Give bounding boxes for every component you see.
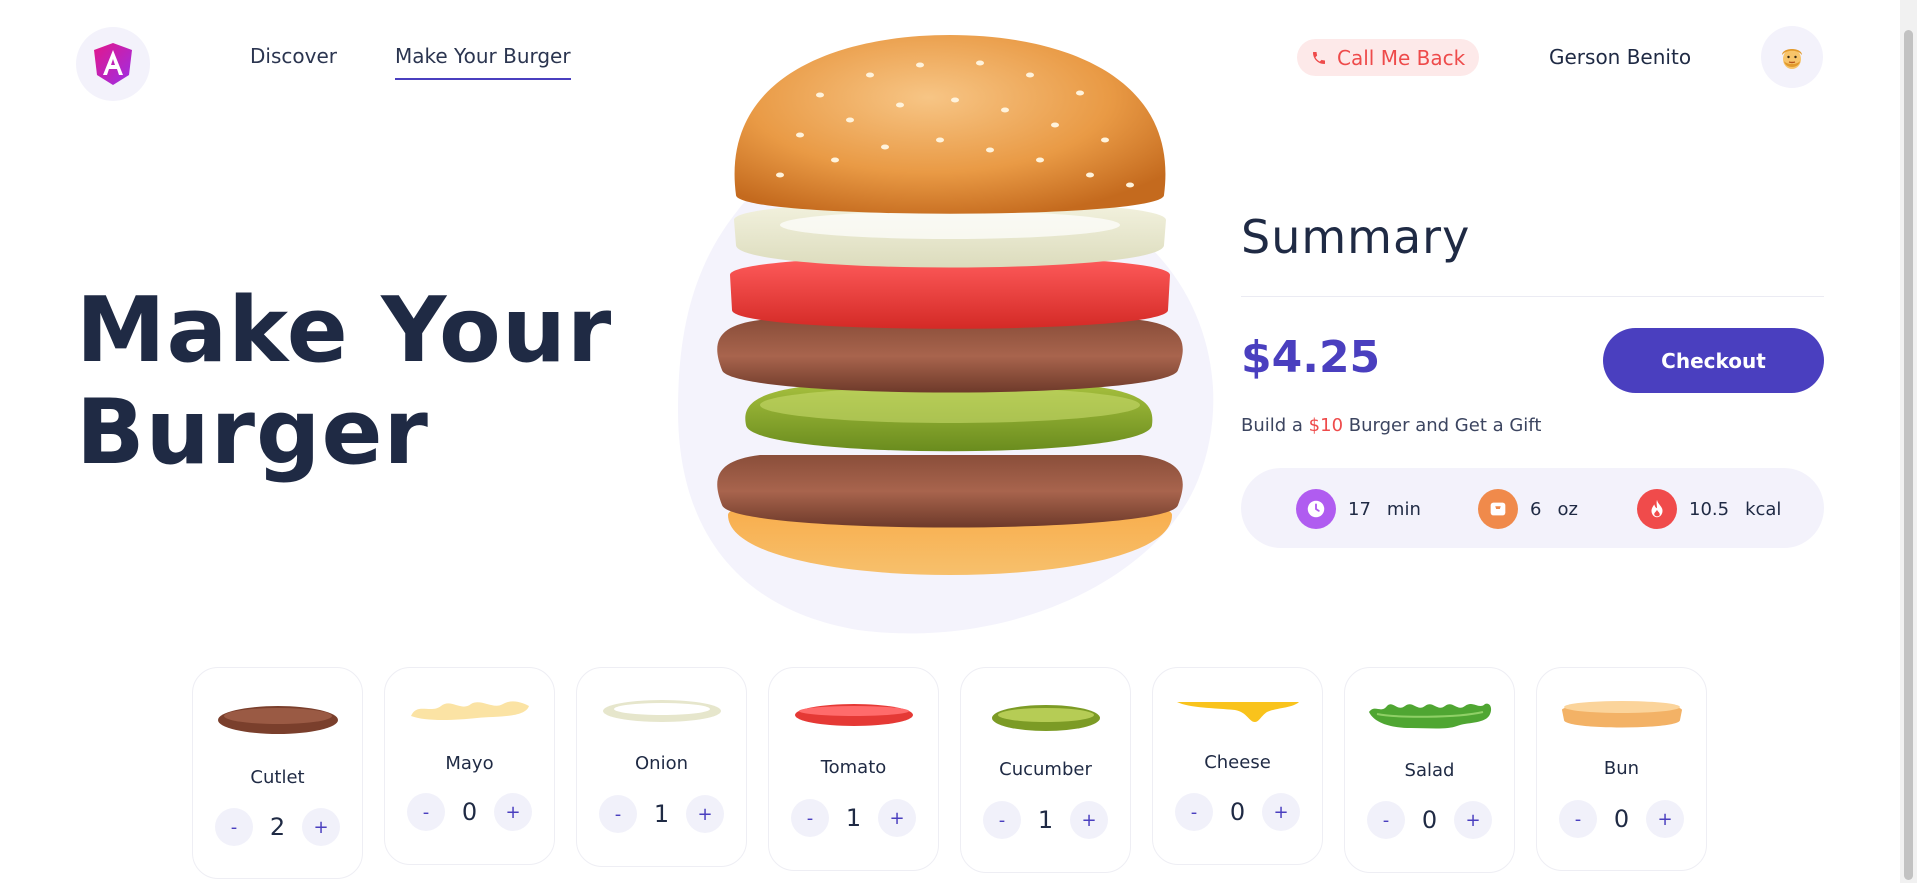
ingredient-name: Tomato (820, 757, 887, 778)
ingredient-card-salad: Salad - 0 + (1344, 667, 1515, 873)
ingredient-name: Bun (1603, 758, 1640, 779)
bun-image (1537, 698, 1706, 730)
quantity-stepper: - 0 + (407, 793, 532, 831)
ingredient-count: 2 (269, 813, 286, 841)
flame-icon (1637, 489, 1677, 529)
quantity-stepper: - 1 + (599, 795, 724, 833)
phone-icon (1313, 51, 1325, 64)
increase-button[interactable]: + (878, 799, 916, 837)
increase-button[interactable]: + (1262, 793, 1300, 831)
page-title: Make Your Burger (76, 280, 636, 484)
ingredient-name: Salad (1404, 760, 1455, 781)
ingredient-name: Onion (635, 753, 688, 774)
ingredient-count: 1 (845, 804, 862, 832)
cucumber-image (961, 703, 1130, 733)
ingredient-count: 1 (653, 800, 670, 828)
ingredient-card-cucumber: Cucumber - 1 + (960, 667, 1131, 873)
quantity-stepper: - 2 + (215, 808, 340, 846)
onion-image (577, 698, 746, 724)
promo-text: Build a $10 Burger and Get a Gift (1241, 415, 1541, 436)
mayo-image (385, 696, 554, 724)
checkout-button[interactable]: Checkout (1603, 328, 1824, 393)
user-avatar[interactable] (1761, 26, 1823, 88)
total-price: $4.25 (1241, 332, 1381, 383)
top-bun (734, 35, 1166, 214)
active-tab-underline (395, 78, 571, 80)
promo-amount: $10 (1308, 415, 1344, 436)
ingredient-card-onion: Onion - 1 + (576, 667, 747, 867)
summary-title: Summary (1241, 210, 1471, 264)
decrease-button[interactable]: - (1559, 800, 1597, 838)
ingredient-count: 0 (1421, 806, 1438, 834)
nav-make-your-burger[interactable]: Make Your Burger (395, 44, 571, 80)
stat-calories: 10.5 kcal (1637, 489, 1781, 529)
ingredient-count: 0 (461, 798, 478, 826)
ingredient-name: Cucumber (999, 759, 1092, 780)
tomato-image (769, 702, 938, 728)
cheese-image (1153, 698, 1322, 724)
scale-icon (1478, 489, 1518, 529)
decrease-button[interactable]: - (791, 799, 829, 837)
decrease-button[interactable]: - (215, 808, 253, 846)
angular-logo-icon (94, 43, 132, 85)
stat-time-value: 17 (1348, 498, 1371, 520)
cutlet-image (193, 703, 362, 737)
increase-button[interactable]: + (494, 793, 532, 831)
ingredient-name: Mayo (445, 753, 494, 774)
quantity-stepper: - 1 + (983, 801, 1108, 839)
call-me-back-button[interactable]: Call Me Back (1297, 39, 1480, 76)
ingredient-card-cutlet: Cutlet - 2 + (192, 667, 363, 879)
page-scrollbar[interactable] (1900, 0, 1917, 883)
decrease-button[interactable]: - (1175, 793, 1213, 831)
increase-button[interactable]: + (1454, 801, 1492, 839)
increase-button[interactable]: + (302, 808, 340, 846)
ingredient-count: 0 (1229, 798, 1246, 826)
decrease-button[interactable]: - (983, 801, 1021, 839)
decrease-button[interactable]: - (599, 795, 637, 833)
ingredient-name: Cutlet (250, 767, 305, 788)
app-logo[interactable] (76, 27, 150, 101)
user-name[interactable]: Gerson Benito (1549, 45, 1691, 69)
ingredient-card-mayo: Mayo - 0 + (384, 667, 555, 865)
stat-weight-value: 6 (1530, 498, 1542, 520)
salad-image (1345, 698, 1514, 732)
promo-text-after: Burger and Get a Gift (1343, 415, 1542, 436)
burger-illustration (717, 35, 1183, 575)
nav-make-your-burger-label: Make Your Burger (395, 44, 571, 68)
promo-text-before: Build a (1241, 415, 1309, 436)
ingredient-name: Cheese (1204, 752, 1271, 773)
user-avatar-emoji (1782, 49, 1802, 69)
increase-button[interactable]: + (686, 795, 724, 833)
ingredient-card-tomato: Tomato - 1 + (768, 667, 939, 871)
increase-button[interactable]: + (1646, 800, 1684, 838)
quantity-stepper: - 0 + (1559, 800, 1684, 838)
ingredient-card-bun: Bun - 0 + (1536, 667, 1707, 871)
ingredient-count: 1 (1037, 806, 1054, 834)
page-title-line-1: Make Your (76, 278, 613, 383)
decrease-button[interactable]: - (1367, 801, 1405, 839)
top-cutlet (717, 320, 1183, 393)
quantity-stepper: - 1 + (791, 799, 916, 837)
quantity-stepper: - 0 + (1175, 793, 1300, 831)
stat-weight-unit: oz (1557, 498, 1578, 520)
bottom-cutlet (717, 455, 1183, 528)
page-title-line-2: Burger (76, 380, 429, 485)
decrease-button[interactable]: - (407, 793, 445, 831)
ingredient-card-cheese: Cheese - 0 + (1152, 667, 1323, 865)
clock-icon (1296, 489, 1336, 529)
stat-time: 17 min (1296, 489, 1421, 529)
increase-button[interactable]: + (1070, 801, 1108, 839)
summary-divider (1241, 296, 1824, 297)
ingredient-count: 0 (1613, 805, 1630, 833)
stat-time-unit: min (1386, 498, 1421, 520)
stat-weight: 6 oz (1478, 489, 1578, 529)
scrollbar-thumb[interactable] (1904, 30, 1913, 880)
quantity-stepper: - 0 + (1367, 801, 1492, 839)
call-me-back-label: Call Me Back (1337, 45, 1466, 70)
nav-discover[interactable]: Discover (250, 44, 337, 68)
stat-calories-value: 10.5 (1689, 498, 1730, 520)
burger-stats: 17 min 6 oz 10.5 kcal (1241, 468, 1824, 548)
stat-calories-unit: kcal (1745, 498, 1782, 520)
